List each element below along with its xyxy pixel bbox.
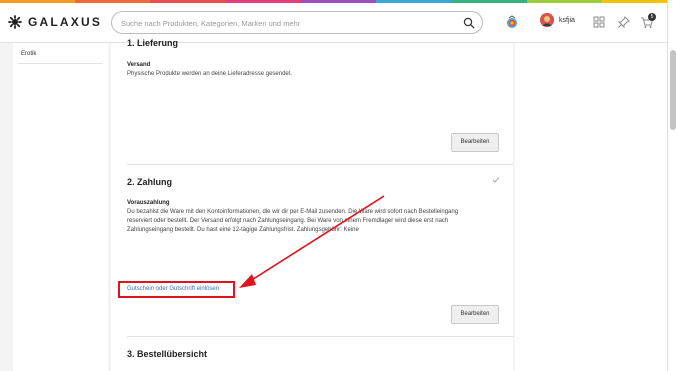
payment-text-line-3: Zahlungseingang bestellt. Du hast eine 1… (127, 227, 359, 233)
delivery-section-title: 1. Lieferung (127, 38, 179, 48)
cart-count-badge: 5 (648, 13, 656, 21)
payment-method-title: Vorauszahlung (127, 200, 170, 206)
order-summary-section-title: 3. Bestellübersicht (127, 349, 208, 359)
payment-text-line-2: reserviert oder bestellt. Der Versand er… (127, 218, 449, 224)
search-icon[interactable] (463, 17, 475, 29)
right-panel (515, 43, 667, 371)
check-icon (492, 177, 500, 183)
avatar-icon (540, 13, 554, 27)
user-menu[interactable]: ksfjia (540, 13, 575, 27)
logo-text: GALAXUS (28, 15, 103, 29)
checkout-main: 1. Lieferung Versand Physische Produkte … (111, 38, 513, 371)
delivery-method-title: Versand (127, 62, 151, 68)
annotation-highlight-box (118, 281, 235, 298)
pin-icon[interactable] (617, 15, 631, 29)
scrollbar-thumb[interactable] (670, 50, 676, 130)
search-input[interactable] (121, 16, 451, 30)
payment-section-title: 2. Zahlung (127, 177, 172, 187)
edit-payment-button[interactable]: Bearbeiten (451, 305, 499, 324)
galaxus-logo-icon (8, 15, 22, 29)
search-bar[interactable] (111, 11, 483, 34)
galaxus-logo[interactable]: GALAXUS (8, 15, 102, 29)
page-scrollbar[interactable] (667, 0, 677, 371)
category-sidebar: Erotik (13, 43, 108, 371)
delivery-method-text: Physische Produkte werden an deine Liefe… (127, 71, 293, 77)
site-header: GALAXUS ksfjia (0, 3, 667, 43)
compare-icon[interactable] (592, 15, 606, 29)
payment-text-line-1: Du bezahlst die Ware mit den Kontoinform… (127, 209, 459, 215)
section-divider (127, 164, 513, 165)
avatar (540, 13, 554, 27)
sidebar-divider (18, 63, 103, 64)
section-divider (127, 336, 513, 337)
edit-delivery-button[interactable]: Bearbeiten (451, 133, 499, 152)
sidebar-item-erotik[interactable]: Erotik (21, 51, 36, 57)
community-icon[interactable] (505, 15, 519, 29)
username: ksfjia (559, 16, 575, 24)
